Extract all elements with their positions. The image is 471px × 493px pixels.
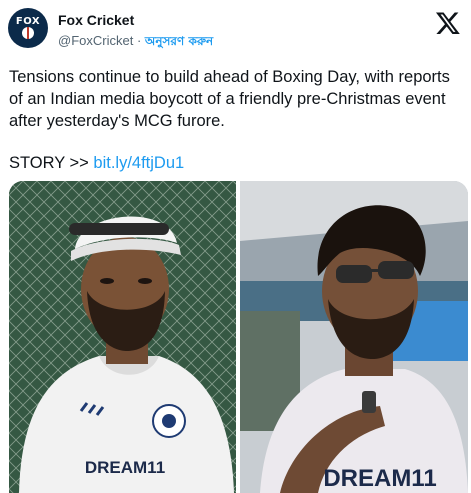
x-logo-icon[interactable] xyxy=(435,10,461,36)
tweet-text: Tensions continue to build ahead of Boxi… xyxy=(9,68,450,130)
story-line: STORY >> bit.ly/4ftjDu1 xyxy=(9,152,184,174)
account-meta: @FoxCricket · অনুসরণ করুন xyxy=(58,33,213,53)
account-handle[interactable]: @FoxCricket xyxy=(58,33,133,48)
account-name[interactable]: Fox Cricket xyxy=(58,12,134,28)
photo-left-illustration: DREAM11 xyxy=(9,181,236,493)
tweet-media[interactable]: DREAM11 DREAM11 xyxy=(9,181,468,493)
avatar[interactable]: FOX xyxy=(8,8,48,48)
photo-right-illustration: DREAM11 xyxy=(240,181,468,493)
photo-left[interactable]: DREAM11 xyxy=(9,181,236,493)
tweet-header: FOX Fox Cricket @FoxCricket · অনুসরণ করু… xyxy=(8,8,463,52)
story-link[interactable]: bit.ly/4ftjDu1 xyxy=(93,154,184,172)
meta-separator: · xyxy=(136,33,142,48)
follow-button[interactable]: অনুসরণ করুন xyxy=(145,34,213,48)
cricket-ball-icon xyxy=(22,27,34,39)
avatar-logo-text: FOX xyxy=(15,16,41,27)
right-jersey-sponsor: DREAM11 xyxy=(323,465,436,492)
left-jersey-sponsor: DREAM11 xyxy=(85,458,165,477)
story-prefix: STORY >> xyxy=(9,154,94,172)
photo-right[interactable]: DREAM11 xyxy=(240,181,468,493)
